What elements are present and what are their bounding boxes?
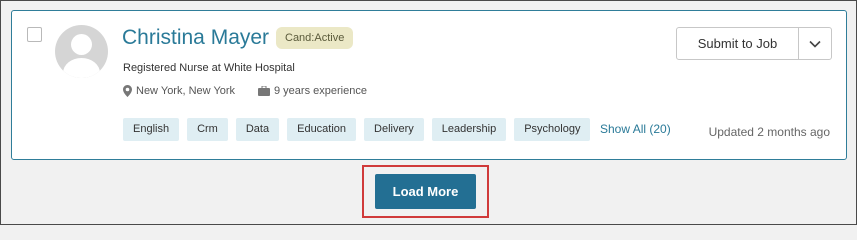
map-pin-icon: [123, 85, 132, 97]
select-candidate-checkbox[interactable]: [27, 27, 42, 42]
skill-tag[interactable]: Crm: [187, 118, 228, 141]
skill-tags: English Crm Data Education Delivery Lead…: [123, 118, 598, 141]
load-more-button[interactable]: Load More: [375, 174, 476, 209]
location-meta: New York, New York: [123, 85, 235, 97]
status-badge: Cand:Active: [276, 27, 354, 49]
show-all-skills-link[interactable]: Show All (20): [600, 122, 671, 136]
submit-to-job-split-button: Submit to Job: [676, 27, 832, 60]
candidate-name-link[interactable]: Christina Mayer: [122, 26, 269, 50]
candidate-headline: Registered Nurse at White Hospital: [123, 62, 295, 74]
skill-tag[interactable]: Data: [235, 118, 280, 141]
skill-tag[interactable]: English: [123, 118, 180, 141]
experience-text: 9 years experience: [274, 85, 367, 97]
experience-meta: 9 years experience: [258, 85, 367, 97]
location-text: New York, New York: [136, 85, 236, 97]
skill-tag[interactable]: Leadership: [431, 118, 507, 141]
avatar: [55, 25, 108, 78]
skill-tag[interactable]: Delivery: [364, 118, 424, 141]
updated-timestamp: Updated 2 months ago: [708, 125, 830, 139]
candidate-card[interactable]: Christina Mayer Cand:Active Registered N…: [11, 10, 847, 160]
skill-tag[interactable]: Psychology: [514, 118, 591, 141]
submit-to-job-button[interactable]: Submit to Job: [677, 28, 799, 59]
submit-options-dropdown[interactable]: [799, 28, 831, 59]
briefcase-icon: [258, 86, 270, 96]
chevron-down-icon: [809, 40, 821, 48]
skill-tag[interactable]: Education: [287, 118, 357, 141]
results-panel: Christina Mayer Cand:Active Registered N…: [0, 0, 857, 225]
